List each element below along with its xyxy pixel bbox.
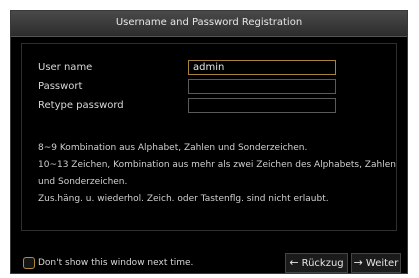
password-label: Passwort: [38, 81, 83, 92]
username-field[interactable]: admin: [188, 60, 336, 75]
password-field[interactable]: [188, 79, 336, 94]
registration-dialog: Username and Password Registration User …: [10, 10, 408, 274]
back-button[interactable]: ← Rückzug: [285, 253, 348, 273]
dialog-title: Username and Password Registration: [115, 17, 303, 28]
title-bar: Username and Password Registration: [11, 11, 407, 37]
retype-password-field[interactable]: [188, 98, 336, 113]
form-panel: User name admin Passwort Retype password…: [21, 43, 397, 231]
next-button[interactable]: → Weiter: [351, 253, 401, 273]
username-label: User name: [38, 62, 93, 73]
hint-line-3: Zus.häng. u. wiederhol. Zeich. oder Tast…: [38, 194, 329, 204]
next-button-label: Weiter: [365, 258, 399, 269]
back-button-label: Rückzug: [301, 258, 344, 269]
arrow-right-icon: →: [353, 256, 363, 269]
hint-line-2: 10~13 Zeichen, Kombination aus mehr als …: [38, 160, 396, 187]
retype-password-label: Retype password: [38, 100, 124, 111]
dialog-footer: Don't show this window next time. ← Rückz…: [21, 253, 401, 273]
dont-show-checkbox[interactable]: [23, 257, 35, 269]
hint-line-1: 8~9 Kombination aus Alphabet, Zahlen und…: [38, 143, 308, 153]
arrow-left-icon: ←: [289, 256, 299, 269]
dont-show-label[interactable]: Don't show this window next time.: [38, 258, 193, 268]
